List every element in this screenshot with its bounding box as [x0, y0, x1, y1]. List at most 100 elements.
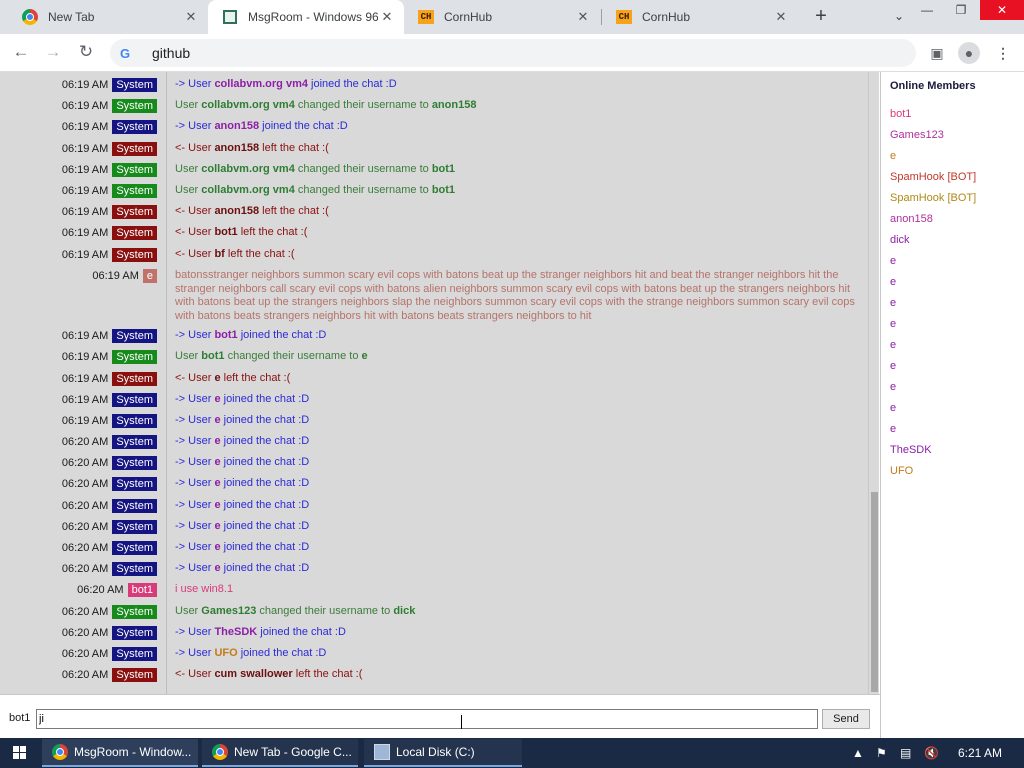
message-time: 06:19 AM — [61, 249, 109, 261]
message-meta: 06:20 AM System — [62, 499, 157, 513]
message-text: User collabvm.org vm4 changed their user… — [175, 163, 855, 177]
message-meta: 06:19 AM System — [62, 99, 157, 113]
clock[interactable]: 6:21 AM — [958, 738, 1002, 768]
message-fragment: joined the chat :D — [220, 435, 310, 447]
minimize-icon[interactable]: — — [910, 0, 944, 20]
taskbar-item-msgroom[interactable]: MsgRoom - Window... — [42, 739, 198, 767]
sender-badge[interactable]: bot1 — [127, 583, 157, 597]
message-fragment: batonsstranger neighbors summon scary ev… — [175, 269, 855, 322]
menu-kebab-icon[interactable]: ⋮ — [992, 42, 1014, 64]
sender-badge[interactable]: System — [112, 562, 157, 576]
member-item[interactable]: UFO — [890, 465, 913, 477]
member-item[interactable]: Games123 — [890, 129, 944, 141]
username-mention: bf — [214, 248, 225, 260]
chat-scrollbar[interactable] — [868, 72, 879, 694]
sender-badge[interactable]: System — [112, 120, 157, 134]
message-time: 06:19 AM — [61, 143, 109, 155]
side-panel-icon[interactable]: ▣ — [926, 42, 948, 64]
reload-icon[interactable]: ↻ — [75, 42, 97, 64]
start-button[interactable] — [0, 738, 40, 768]
close-icon[interactable]: ✕ — [182, 9, 200, 25]
member-item[interactable]: SpamHook [BOT] — [890, 171, 976, 183]
message-time: 06:20 AM — [61, 669, 109, 681]
message-meta: 06:20 AM bot1 — [77, 583, 157, 597]
member-item[interactable]: e — [890, 276, 896, 288]
scrollbar-thumb[interactable] — [871, 492, 878, 692]
message-input[interactable] — [36, 709, 818, 729]
sender-badge[interactable]: System — [112, 163, 157, 177]
close-icon[interactable]: ✕ — [574, 9, 592, 25]
username-mention: cum swallower — [214, 668, 293, 680]
send-button[interactable]: Send — [822, 709, 870, 729]
address-text: github — [152, 45, 191, 61]
member-item[interactable]: e — [890, 381, 896, 393]
back-icon[interactable]: ← — [10, 42, 32, 64]
message-fragment: -> User — [175, 477, 215, 489]
sender-badge[interactable]: System — [112, 499, 157, 513]
tab-new-tab[interactable]: New Tab ✕ — [8, 0, 208, 34]
sender-badge[interactable]: System — [112, 248, 157, 262]
sender-badge[interactable]: System — [112, 435, 157, 449]
sender-badge[interactable]: System — [112, 477, 157, 491]
taskbar-item-label: MsgRoom - Window... — [74, 745, 192, 759]
sender-badge[interactable]: System — [112, 205, 157, 219]
message-text: -> User e joined the chat :D — [175, 414, 855, 428]
member-item[interactable]: e — [890, 339, 896, 351]
sender-badge[interactable]: System — [112, 520, 157, 534]
profile-avatar-icon[interactable]: ● — [958, 42, 980, 64]
sender-badge[interactable]: System — [112, 78, 157, 92]
volume-muted-icon[interactable]: 🔇 — [924, 738, 939, 768]
message-fragment: User — [175, 184, 202, 196]
sender-badge[interactable]: System — [112, 372, 157, 386]
member-item[interactable]: e — [890, 255, 896, 267]
message-text: <- User e left the chat :( — [175, 372, 855, 386]
network-icon[interactable]: ▤ — [900, 738, 911, 768]
member-item[interactable]: dick — [890, 234, 910, 246]
member-item[interactable]: e — [890, 423, 896, 435]
sender-badge[interactable]: System — [112, 142, 157, 156]
sender-badge[interactable]: System — [112, 456, 157, 470]
sender-badge[interactable]: System — [112, 226, 157, 240]
forward-icon[interactable]: → — [42, 42, 64, 64]
message-meta: 06:19 AM System — [62, 393, 157, 407]
tab-title: MsgRoom - Windows 96 — [248, 10, 378, 24]
sender-badge[interactable]: System — [112, 668, 157, 682]
window-close-icon[interactable]: ✕ — [980, 0, 1024, 20]
close-icon[interactable]: ✕ — [378, 9, 396, 25]
taskbar-item-local-disk[interactable]: Local Disk (C:) — [364, 739, 522, 767]
sender-badge[interactable]: System — [112, 99, 157, 113]
sender-badge[interactable]: System — [112, 626, 157, 640]
sender-badge[interactable]: System — [112, 350, 157, 364]
member-item[interactable]: e — [890, 318, 896, 330]
sender-badge[interactable]: System — [112, 414, 157, 428]
sender-badge[interactable]: System — [112, 541, 157, 555]
sender-badge[interactable]: System — [112, 184, 157, 198]
tab-cornhub-1[interactable]: CH CornHub ✕ — [404, 0, 600, 34]
member-item[interactable]: e — [890, 360, 896, 372]
sender-badge[interactable]: System — [112, 605, 157, 619]
member-item[interactable]: bot1 — [890, 108, 911, 120]
sender-badge[interactable]: System — [112, 329, 157, 343]
member-item[interactable]: e — [890, 297, 896, 309]
sender-badge[interactable]: System — [112, 393, 157, 407]
new-tab-button[interactable]: + — [810, 6, 832, 28]
member-item[interactable]: anon158 — [890, 213, 933, 225]
tray-chevron-icon[interactable]: ▲ — [852, 738, 864, 768]
action-center-icon[interactable]: ⚑ — [876, 738, 887, 768]
address-bar[interactable]: G github — [110, 39, 916, 67]
sender-badge[interactable]: System — [112, 647, 157, 661]
member-item[interactable]: TheSDK — [890, 444, 932, 456]
message-fragment: left the chat :( — [259, 142, 329, 154]
member-item[interactable]: e — [890, 402, 896, 414]
sender-badge[interactable]: e — [142, 269, 157, 283]
message-fragment: -> User — [175, 541, 215, 553]
message-fragment: joined the chat :D — [259, 120, 348, 132]
restore-icon[interactable]: ❐ — [944, 0, 978, 20]
taskbar-item-new-tab[interactable]: New Tab - Google C... — [202, 739, 358, 767]
member-item[interactable]: SpamHook [BOT] — [890, 192, 976, 204]
close-icon[interactable]: ✕ — [772, 9, 790, 25]
tab-msgroom[interactable]: MsgRoom - Windows 96 ✕ — [208, 0, 404, 34]
tab-cornhub-2[interactable]: CH CornHub ✕ — [602, 0, 798, 34]
username-mention: bot1 — [431, 163, 456, 175]
member-item[interactable]: e — [890, 150, 896, 162]
